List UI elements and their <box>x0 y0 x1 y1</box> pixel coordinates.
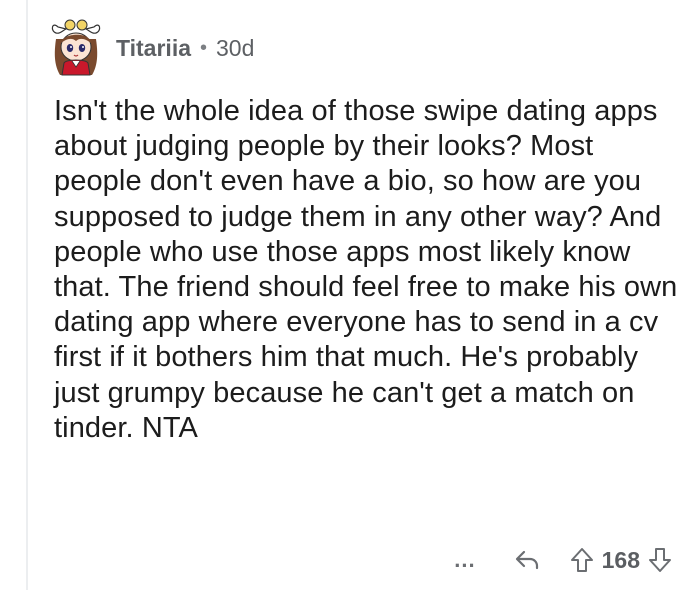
downvote-button[interactable] <box>648 547 672 573</box>
meta-separator: • <box>200 36 208 59</box>
comment-age: 30d <box>216 34 255 61</box>
upvote-arrow-icon <box>570 548 593 572</box>
upvote-button[interactable] <box>570 547 594 573</box>
vote-score: 168 <box>601 546 640 573</box>
avatar[interactable] <box>48 17 104 79</box>
reply-arrow-icon <box>515 550 538 570</box>
downvote-arrow-icon <box>649 548 671 572</box>
comment-header: Titariia • 30d <box>48 12 254 84</box>
thread-line <box>26 0 28 590</box>
comment-meta: Titariia • 30d <box>116 35 254 62</box>
author-name[interactable]: Titariia <box>116 35 191 62</box>
avatar-illustration <box>51 19 101 76</box>
reply-button[interactable] <box>514 549 540 571</box>
comment-actions: ... 168 <box>454 543 672 577</box>
more-options-icon[interactable]: ... <box>454 547 475 573</box>
comment-body: Isn't the whole idea of those swipe dati… <box>54 95 678 444</box>
